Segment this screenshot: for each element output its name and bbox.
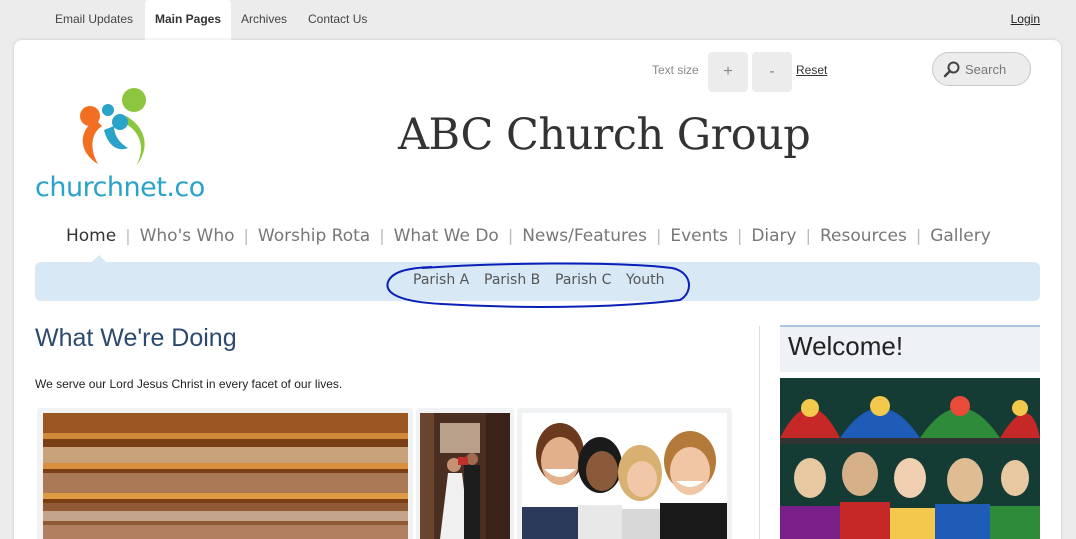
tab-email-updates[interactable]: Email Updates [45,0,143,40]
intro-text: We serve our Lord Jesus Christ in every … [35,377,343,391]
tab-archives[interactable]: Archives [231,0,297,40]
nav-separator: | [507,226,514,245]
nav-gallery[interactable]: Gallery [930,226,991,246]
nav-resources[interactable]: Resources [820,226,907,246]
tab-contact-us[interactable]: Contact Us [298,0,377,40]
nav-home[interactable]: Home [66,226,116,246]
concert-hall-image [43,413,408,539]
nav-what-we-do[interactable]: What We Do [394,226,499,246]
nav-worship-rota[interactable]: Worship Rota [258,226,370,246]
nav-diary[interactable]: Diary [751,226,796,246]
nav-separator: | [915,226,922,245]
nav-separator: | [736,226,743,245]
search-placeholder: Search [965,62,1007,77]
main-nav: Home | Who's Who | Worship Rota | What We Do | N… [66,226,991,252]
logo-text[interactable]: churchnet.co [35,172,205,203]
text-size-decrease-button[interactable]: - [752,52,792,92]
welcome-heading: Welcome! [788,331,904,361]
concert-hall-photo[interactable] [43,413,408,539]
nav-news-features[interactable]: News/Features [522,226,647,246]
section-heading: What We're Doing [35,324,237,352]
text-size-increase-button[interactable]: + [708,52,748,92]
churchnet-logo-icon[interactable] [74,86,158,172]
nav-separator: | [655,226,662,245]
tab-main-pages[interactable]: Main Pages [145,0,232,40]
youth-photo[interactable] [522,413,727,539]
nav-whos-who[interactable]: Who's Who [140,226,235,246]
login-link[interactable]: Login [1011,0,1040,38]
top-tab-bar: Email Updates Main Pages Archives Contac… [0,0,1076,40]
annotation-circle [386,262,690,308]
search-input[interactable]: Search [932,52,1031,86]
column-divider [759,326,760,539]
text-size-reset-link[interactable]: Reset [796,63,827,77]
wedding-photo[interactable] [420,413,510,539]
nav-separator: | [379,226,385,245]
stained-glass-image [780,378,1040,539]
wedding-image [420,413,510,539]
site-title: ABC Church Group [398,110,811,160]
nav-events[interactable]: Events [670,226,728,246]
text-size-label: Text size [652,63,699,77]
nav-separator: | [805,226,811,245]
search-icon [943,61,960,78]
nav-separator: | [125,226,131,245]
youth-image [522,413,727,539]
nav-separator: | [243,226,249,245]
stained-glass-photo[interactable] [780,378,1040,539]
